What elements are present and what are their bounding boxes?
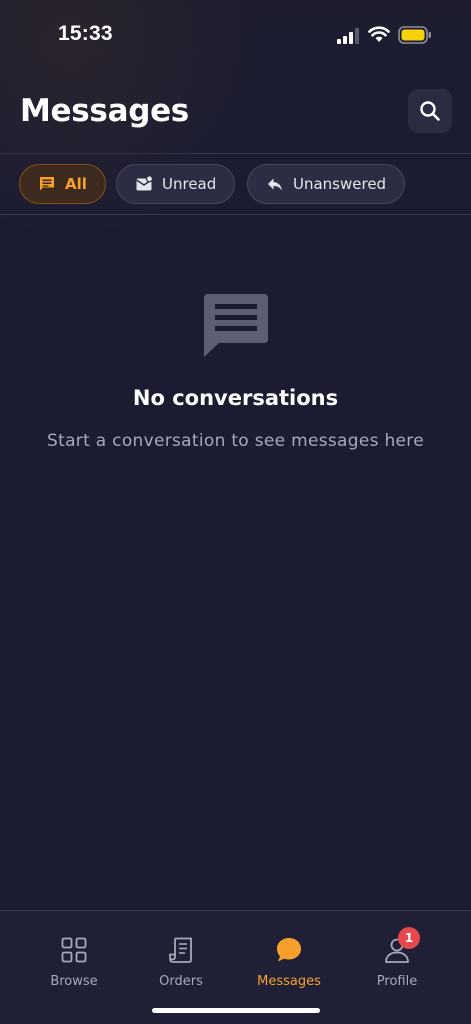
- notification-badge: 1: [398, 927, 420, 949]
- receipt-icon: [166, 935, 196, 965]
- nav-item-browse[interactable]: Browse: [24, 935, 124, 997]
- nav-label: Orders: [159, 974, 203, 989]
- nav-item-profile[interactable]: 1 Profile: [347, 927, 447, 997]
- filter-chip-label: Unread: [162, 175, 217, 193]
- grid-icon: [59, 935, 89, 965]
- nav-label: Profile: [376, 974, 418, 989]
- empty-state-title: No conversations: [132, 386, 339, 410]
- nav-item-messages[interactable]: Messages: [239, 935, 339, 997]
- nav-label: Messages: [257, 974, 321, 989]
- filter-chip-all[interactable]: All: [19, 164, 106, 204]
- status-bar: 15:33: [0, 0, 471, 70]
- user-icon: 1: [382, 927, 420, 965]
- battery-icon: [398, 26, 431, 44]
- header-divider: [0, 153, 471, 154]
- nav-label: Browse: [50, 974, 98, 989]
- signal-icon: [337, 28, 359, 44]
- filter-chip-unread[interactable]: Unread: [116, 164, 236, 204]
- chat-icon: [38, 175, 56, 193]
- message-bubble-icon: [204, 294, 268, 357]
- empty-state-subtitle: Start a conversation to see messages her…: [47, 431, 424, 451]
- filter-chip-label: All: [65, 175, 87, 193]
- filter-chip-label: Unanswered: [293, 175, 387, 193]
- chat-bubble-icon: [274, 935, 304, 965]
- unread-mail-icon: [135, 175, 153, 193]
- search-icon: [420, 101, 440, 121]
- page-title: Messages: [20, 93, 189, 129]
- wifi-icon: [368, 26, 390, 42]
- status-time: 15:33: [58, 22, 113, 45]
- home-indicator: [152, 1008, 320, 1013]
- search-button[interactable]: [408, 89, 452, 133]
- filter-chip-unanswered[interactable]: Unanswered: [247, 164, 406, 204]
- filters-divider: [0, 214, 471, 215]
- bottom-nav: Browse Orders Messages 1 Profile: [0, 910, 471, 1024]
- messages-screen: 15:33 Messages All Unread Unanswered No …: [0, 0, 471, 1024]
- nav-item-orders[interactable]: Orders: [131, 935, 231, 997]
- reply-icon: [266, 175, 284, 193]
